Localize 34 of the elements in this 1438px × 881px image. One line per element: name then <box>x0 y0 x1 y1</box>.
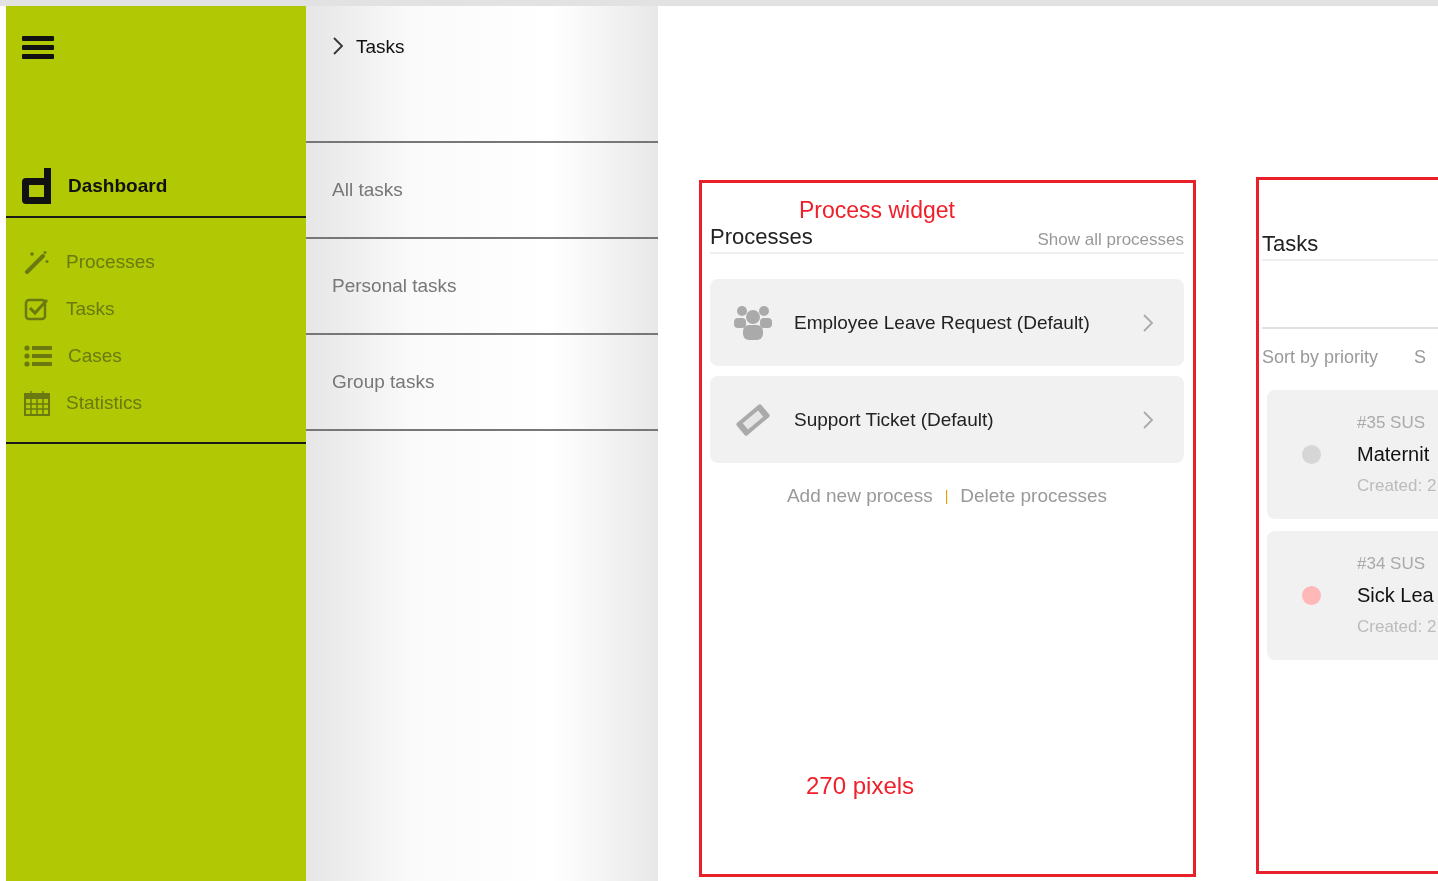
process-card[interactable]: Employee Leave Request (Default) <box>710 279 1184 366</box>
back-chevron-icon <box>332 36 344 56</box>
add-process-link[interactable]: Add new process <box>786 485 933 507</box>
show-all-link[interactable]: Show all processes <box>1037 230 1184 250</box>
widget-title: Tasks <box>1262 231 1438 261</box>
annotation-label: Process widget <box>799 197 955 224</box>
people-icon <box>734 304 772 341</box>
annotation-label: 270 pixels <box>806 772 916 800</box>
sort-link[interactable]: Sort by priority <box>1262 347 1379 368</box>
nav-item[interactable]: Tasks <box>6 285 306 332</box>
nav-item[interactable]: Cases <box>6 332 306 379</box>
chevron-icon <box>1142 312 1154 333</box>
separator: | <box>944 488 949 504</box>
dashboard-title: Dashboard <box>68 175 168 197</box>
submenu-item[interactable]: All tasks <box>306 143 658 239</box>
task-id: #34 SUS <box>1357 554 1427 574</box>
menu-icon[interactable] <box>22 34 54 62</box>
task-id: #35 SUS <box>1357 413 1427 433</box>
list-icon <box>24 344 52 367</box>
back-link[interactable]: Tasks <box>306 6 658 143</box>
calendar-icon <box>24 389 50 416</box>
nav-item[interactable]: Statistics <box>6 379 306 426</box>
chevron-icon <box>1142 409 1154 430</box>
task-name: Maternit <box>1357 443 1431 466</box>
sort-link[interactable]: S <box>1414 347 1427 368</box>
task-name: Sick Lea <box>1357 584 1435 607</box>
logo-icon <box>22 168 52 204</box>
nav-item[interactable]: Processes <box>6 238 306 285</box>
wand-icon <box>24 248 50 275</box>
delete-processes-link[interactable]: Delete processes <box>960 485 1108 507</box>
submenu-item[interactable]: Personal tasks <box>306 239 658 335</box>
process-card[interactable]: Support Ticket (Default) <box>710 376 1184 463</box>
submenu-item[interactable]: Group tasks <box>306 335 658 431</box>
widget-title: Processes <box>710 224 813 250</box>
